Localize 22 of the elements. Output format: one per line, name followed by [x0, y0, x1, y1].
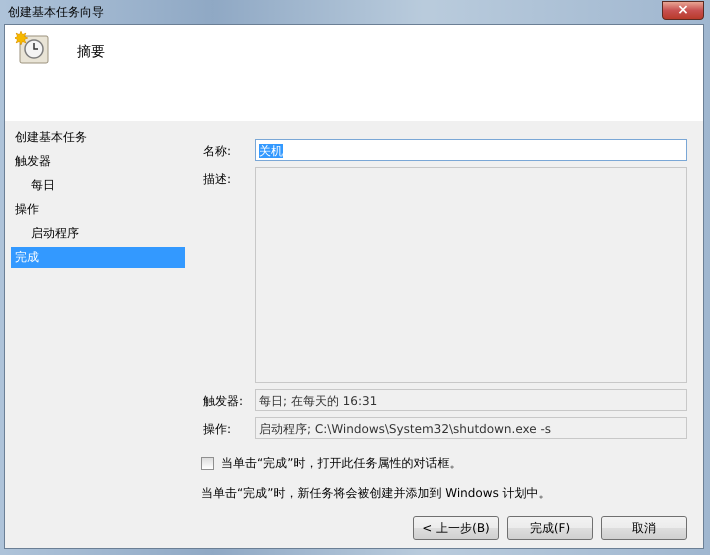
checkbox[interactable]: [201, 457, 214, 470]
trigger-field: 每日; 在每天的 16:31: [255, 389, 687, 411]
action-field: 启动程序; C:\Windows\System32\shutdown.exe -s: [255, 417, 687, 439]
checkbox-label[interactable]: 当单击“完成”时，打开此任务属性的对话框。: [221, 455, 462, 472]
description-field[interactable]: [255, 167, 687, 383]
dialog-button[interactable]: < 上一步(B): [413, 516, 499, 540]
field-label: 操作:: [203, 421, 232, 438]
sidebar-item[interactable]: 创建基本任务: [11, 127, 185, 148]
sidebar-item[interactable]: 每日: [11, 175, 185, 196]
sidebar-item[interactable]: 操作: [11, 199, 185, 220]
dialog-button[interactable]: 完成(F): [507, 516, 593, 540]
sidebar-item[interactable]: 启动程序: [11, 223, 185, 244]
field-label: 名称:: [203, 143, 232, 160]
close-button[interactable]: ×: [662, 0, 704, 20]
scheduled-task-icon: [15, 31, 51, 65]
sidebar-item[interactable]: 触发器: [11, 151, 185, 172]
field-label: 触发器:: [203, 393, 244, 410]
dialog-button[interactable]: 取消: [601, 516, 687, 540]
window-title: 创建基本任务向导: [7, 4, 104, 20]
info-text: 当单击“完成”时，新任务将会被创建并添加到 Windows 计划中。: [201, 485, 552, 502]
field-label: 描述:: [203, 171, 232, 188]
page-heading: 摘要: [77, 43, 105, 61]
